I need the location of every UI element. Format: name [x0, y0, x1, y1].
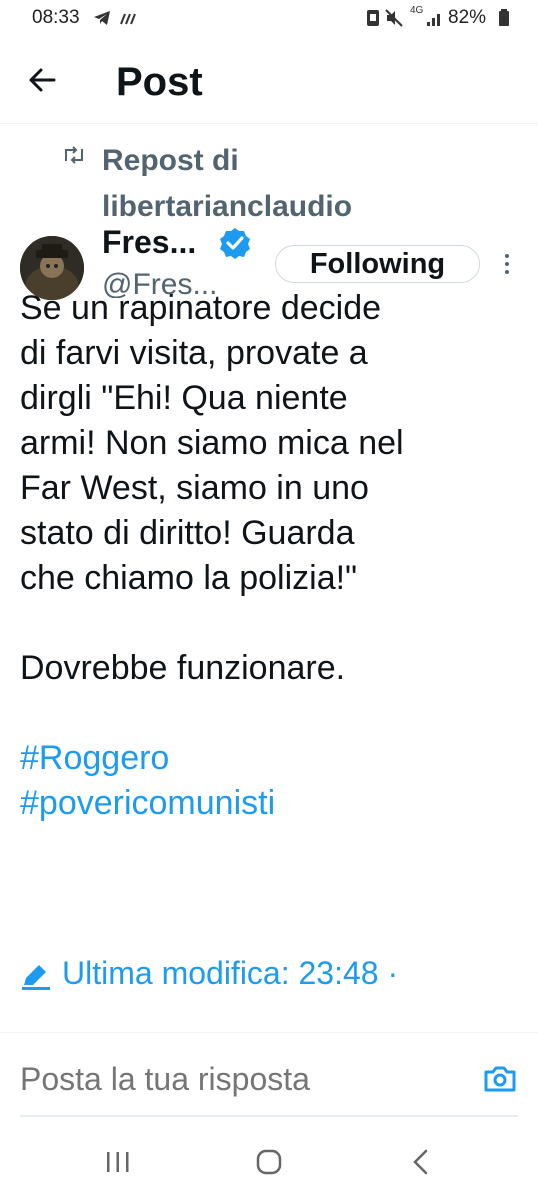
hashtag-link[interactable]: #povericomunisti	[20, 781, 520, 826]
mute-icon	[385, 9, 403, 27]
system-nav-bar	[0, 1120, 538, 1200]
arrow-left-icon[interactable]	[24, 64, 64, 96]
verified-badge-icon	[220, 228, 250, 259]
post-line: di farvi visita, provate a	[20, 334, 368, 372]
telegram-icon	[94, 11, 110, 25]
post-line: Far West, siamo in uno	[20, 469, 369, 507]
hashtag-link[interactable]: #Roggero	[20, 736, 520, 781]
nfc-icon	[367, 10, 379, 26]
network-type: 4G	[410, 5, 424, 16]
repost-label[interactable]: Repost di libertarianclaudio	[102, 138, 462, 230]
post-line: stato di diritto! Guarda	[20, 514, 355, 552]
home-icon[interactable]	[255, 1148, 283, 1176]
header: Post	[0, 36, 538, 124]
post-line: dirgli "Ehi! Qua niente	[20, 379, 348, 417]
status-bar: 08:33 4G 82%	[0, 0, 538, 36]
more-options-icon[interactable]	[497, 250, 517, 278]
following-button[interactable]: Following	[275, 245, 480, 283]
camera-icon[interactable]	[482, 1063, 518, 1095]
reply-bar	[0, 1032, 538, 1118]
post-text: Se un rapinatore decide di farvi visita,…	[20, 286, 520, 826]
pencil-icon	[22, 965, 50, 990]
page-title: Post	[116, 60, 203, 104]
signal-strength-icon	[427, 14, 440, 26]
reply-input[interactable]	[20, 1061, 450, 1098]
signal-activity-icon	[120, 13, 136, 25]
status-time: 08:33	[32, 7, 80, 28]
battery-icon	[499, 9, 509, 26]
post-closing-line: Dovrebbe funzionare.	[20, 649, 346, 687]
post-line: che chiamo la polizia!"	[20, 559, 358, 597]
edited-label: Ultima modifica: 23:48 ·	[62, 955, 399, 991]
battery-percent: 82%	[448, 7, 487, 28]
recent-apps-icon[interactable]	[104, 1150, 132, 1174]
post-line: Se un rapinatore decide	[20, 289, 382, 327]
edited-indicator[interactable]: Ultima modifica: 23:48 ·	[20, 955, 520, 1000]
back-icon[interactable]	[410, 1148, 430, 1176]
repost-icon	[65, 146, 83, 164]
post-line: armi! Non siamo mica nel	[20, 424, 404, 462]
author-name[interactable]: Fres...	[102, 224, 196, 261]
